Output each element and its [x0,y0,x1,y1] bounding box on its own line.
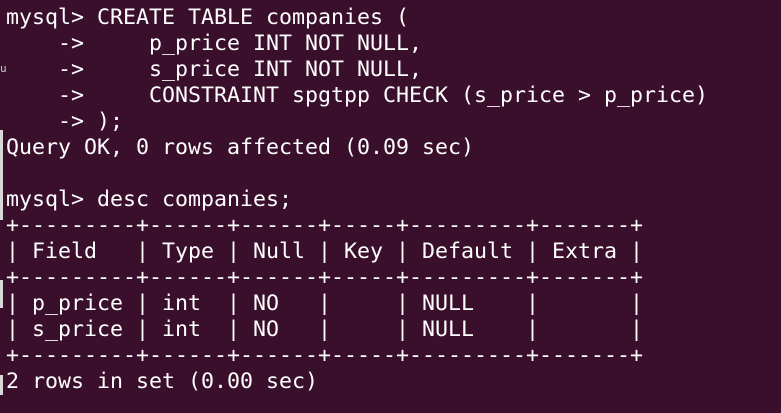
row-count-message: 2 rows in set (0.00 sec) [6,369,319,394]
background-window-strip [0,375,3,395]
table-border: +---------+------+------+-----+---------… [6,265,644,290]
continuation-line: -> CONSTRAINT spgtpp CHECK (s_price > p_… [6,83,709,108]
background-window-strip [0,130,3,220]
table-row: | s_price | int | NO | | NULL | | [6,317,644,342]
continuation-line: -> s_price INT NOT NULL, [6,57,423,82]
terminal-output[interactable]: mysql> CREATE TABLE companies ( -> p_pri… [6,5,781,413]
command-create-table: mysql> CREATE TABLE companies ( [6,5,410,30]
table-border: +---------+------+------+-----+---------… [6,213,644,238]
table-row: | p_price | int | NO | | NULL | | [6,291,644,316]
table-header-row: | Field | Type | Null | Key | Default | … [6,239,644,264]
background-window-strip [0,280,3,308]
query-result-message: Query OK, 0 rows affected (0.09 sec) [6,135,475,160]
continuation-line: -> p_price INT NOT NULL, [6,31,423,56]
terminal-window[interactable]: { "terminal": { "colors": { "background"… [0,0,781,413]
table-border: +---------+------+------+-----+---------… [6,343,644,368]
command-desc-table: mysql> desc companies; [6,187,293,212]
continuation-line: -> ); [6,109,124,134]
